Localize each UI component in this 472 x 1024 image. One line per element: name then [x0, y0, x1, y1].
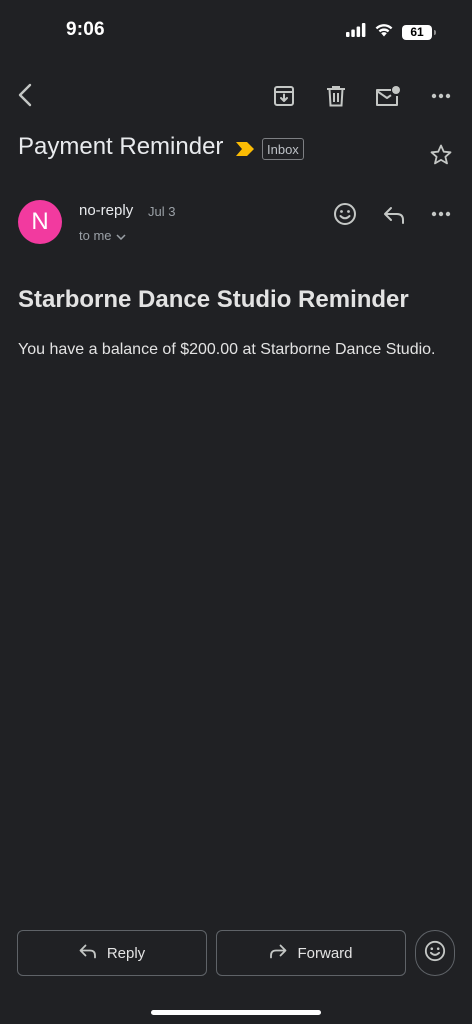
reply-label: Reply: [106, 944, 146, 962]
forward-icon: [269, 944, 287, 963]
emoji-reaction-icon[interactable]: [331, 200, 359, 228]
status-icons: 61: [346, 22, 436, 42]
mark-unread-icon[interactable]: [373, 82, 403, 110]
add-reaction-button[interactable]: [415, 930, 455, 976]
body-heading: Starborne Dance Studio Reminder: [18, 286, 409, 313]
wifi-icon: [374, 22, 394, 42]
delete-icon[interactable]: [322, 82, 350, 110]
avatar[interactable]: N: [18, 200, 62, 244]
reply-icon[interactable]: [380, 202, 408, 228]
message-more-icon[interactable]: [427, 200, 455, 228]
recipient-toggle[interactable]: to me: [79, 228, 126, 243]
more-icon[interactable]: [427, 82, 455, 110]
body-text: You have a balance of $200.00 at Starbor…: [18, 341, 436, 358]
forward-label: Forward: [297, 944, 353, 962]
forward-button[interactable]: Forward: [216, 930, 406, 976]
recipient-text: to me: [79, 228, 112, 243]
chevron-down-icon: [115, 228, 126, 243]
signal-icon: [346, 22, 366, 42]
battery-icon: 61: [402, 24, 436, 40]
status-time: 9:06: [66, 19, 105, 40]
email-subject: Payment Reminder: [18, 133, 224, 160]
reply-button-icon: [79, 944, 97, 963]
smiley-icon: [424, 940, 446, 967]
back-icon[interactable]: [10, 80, 40, 110]
home-indicator[interactable]: [151, 1010, 321, 1015]
important-marker-icon[interactable]: [235, 142, 255, 161]
star-icon[interactable]: [428, 142, 454, 168]
archive-icon[interactable]: [270, 82, 298, 110]
label-chip[interactable]: Inbox: [262, 138, 304, 160]
sender-date: Jul 3: [148, 204, 176, 219]
reply-button[interactable]: Reply: [17, 930, 207, 976]
sender-name[interactable]: no-reply: [79, 202, 133, 219]
